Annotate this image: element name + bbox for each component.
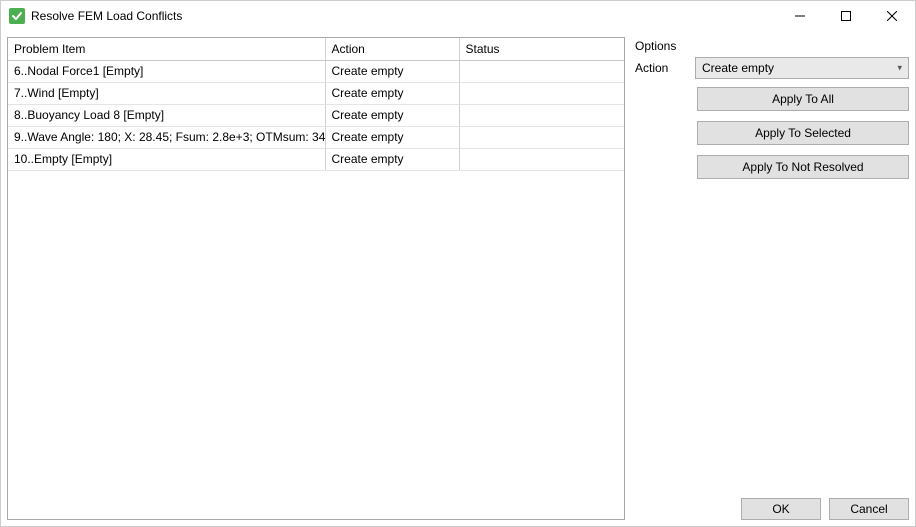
- cell-problem-item[interactable]: 7..Wind [Empty]: [8, 82, 325, 104]
- cell-problem-item[interactable]: 6..Nodal Force1 [Empty]: [8, 60, 325, 82]
- cell-status[interactable]: [459, 148, 624, 170]
- minimize-button[interactable]: [777, 1, 823, 31]
- cancel-button[interactable]: Cancel: [829, 498, 909, 520]
- table-row[interactable]: 10..Empty [Empty]Create empty: [8, 148, 624, 170]
- cell-action[interactable]: Create empty: [325, 104, 459, 126]
- cell-action[interactable]: Create empty: [325, 82, 459, 104]
- ok-button[interactable]: OK: [741, 498, 821, 520]
- cell-action[interactable]: Create empty: [325, 60, 459, 82]
- table-row[interactable]: 6..Nodal Force1 [Empty]Create empty: [8, 60, 624, 82]
- dialog-window: Resolve FEM Load Conflicts: [0, 0, 916, 527]
- maximize-button[interactable]: [823, 1, 869, 31]
- conflict-table[interactable]: Problem Item Action Status 6..Nodal Forc…: [8, 38, 624, 171]
- action-combobox-value: Create empty: [702, 61, 774, 75]
- table-row[interactable]: 7..Wind [Empty]Create empty: [8, 82, 624, 104]
- app-check-icon: [9, 8, 25, 24]
- dialog-footer: OK Cancel: [633, 492, 909, 520]
- cell-problem-item[interactable]: 9..Wave Angle: 180; X: 28.45; Fsum: 2.8e…: [8, 126, 325, 148]
- cell-action[interactable]: Create empty: [325, 126, 459, 148]
- close-button[interactable]: [869, 1, 915, 31]
- apply-to-not-resolved-button[interactable]: Apply To Not Resolved: [697, 155, 909, 179]
- cell-status[interactable]: [459, 104, 624, 126]
- table-row[interactable]: 8..Buoyancy Load 8 [Empty]Create empty: [8, 104, 624, 126]
- window-title: Resolve FEM Load Conflicts: [31, 9, 182, 23]
- chevron-down-icon: ▾: [897, 63, 902, 74]
- titlebar: Resolve FEM Load Conflicts: [1, 1, 915, 31]
- table-row[interactable]: 9..Wave Angle: 180; X: 28.45; Fsum: 2.8e…: [8, 126, 624, 148]
- cell-problem-item[interactable]: 8..Buoyancy Load 8 [Empty]: [8, 104, 325, 126]
- cell-status[interactable]: [459, 82, 624, 104]
- apply-to-selected-button[interactable]: Apply To Selected: [697, 121, 909, 145]
- conflict-table-panel: Problem Item Action Status 6..Nodal Forc…: [7, 37, 625, 520]
- options-panel: Options Action Create empty ▾ Apply To A…: [633, 37, 909, 520]
- action-label: Action: [633, 61, 695, 75]
- action-combobox[interactable]: Create empty ▾: [695, 57, 909, 79]
- cell-status[interactable]: [459, 126, 624, 148]
- options-heading: Options: [633, 37, 909, 57]
- cell-action[interactable]: Create empty: [325, 148, 459, 170]
- col-header-action[interactable]: Action: [325, 38, 459, 60]
- cell-problem-item[interactable]: 10..Empty [Empty]: [8, 148, 325, 170]
- cell-status[interactable]: [459, 60, 624, 82]
- apply-to-all-button[interactable]: Apply To All: [697, 87, 909, 111]
- col-header-problem-item[interactable]: Problem Item: [8, 38, 325, 60]
- col-header-status[interactable]: Status: [459, 38, 624, 60]
- dialog-body: Problem Item Action Status 6..Nodal Forc…: [1, 31, 915, 526]
